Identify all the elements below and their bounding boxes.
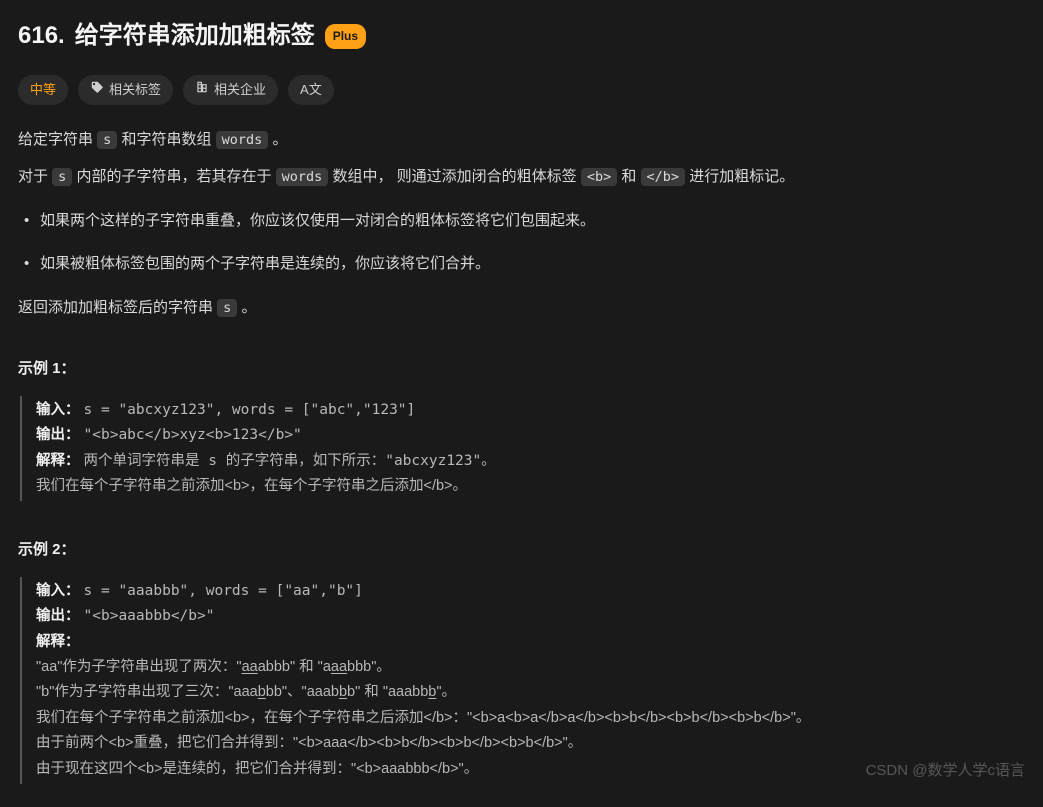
example2-input: 输入： s = "aaabbb", words = ["aa","b"] — [36, 579, 1025, 604]
rule-item-2: 如果被粗体标签包围的两个子字符串是连续的，你应该将它们合并。 — [22, 251, 1025, 277]
difficulty-chip[interactable]: 中等 — [18, 75, 68, 105]
example1-explain: 解释： 两个单词字符串是 s 的子字符串，如下所示："abcxyz123"。 — [36, 449, 1025, 474]
text: 和 — [621, 168, 640, 185]
output-value: "<b>abc</b>xyz<b>123</b>" — [84, 427, 302, 443]
code-words: words — [216, 131, 269, 149]
output-value: "<b>aaabbb</b>" — [84, 608, 215, 624]
rule-item-1: 如果两个这样的子字符串重叠，你应该仅使用一对闭合的粗体标签将它们包围起来。 — [22, 208, 1025, 234]
difficulty-label: 中等 — [30, 79, 56, 101]
text: 对于 — [18, 168, 52, 185]
text: "。 — [436, 684, 456, 700]
text: 给定字符串 — [18, 131, 97, 148]
code-s: s — [52, 168, 72, 186]
companies-label: 相关企业 — [214, 79, 266, 101]
plus-badge: Plus — [325, 24, 366, 48]
text: 。 — [272, 131, 287, 148]
text: 和字符串数组 — [121, 131, 215, 148]
underline-span: b — [339, 684, 347, 700]
input-label: 输入： — [36, 583, 80, 599]
input-value: s = "abcxyz123", words = ["abc","123"] — [84, 402, 416, 418]
desc-p3: 返回添加加粗标签后的字符串 s 。 — [18, 295, 1025, 321]
example2-title: 示例 2： — [18, 537, 1025, 563]
code-s: s — [217, 299, 237, 317]
example2-e1: "aa"作为子字符串出现了两次："aaabbb" 和 "aaabbb"。 — [36, 655, 1025, 680]
example2-block: 输入： s = "aaabbb", words = ["aa","b"] 输出：… — [20, 577, 1025, 784]
text: b" 和 "aaabb — [347, 684, 428, 700]
output-label: 输出： — [36, 608, 80, 624]
text: 进行加粗标记。 — [689, 168, 794, 185]
text: abbb" 和 "a — [258, 659, 331, 675]
example1-title: 示例 1： — [18, 356, 1025, 382]
text: 内部的子字符串，若其存在于 — [76, 168, 275, 185]
example2-e4: 由于前两个<b>重叠，把它们合并得到："<b>aaa</b><b>b</b><b… — [36, 731, 1025, 756]
tag-icon — [90, 79, 104, 101]
problem-number: 616. — [18, 16, 65, 57]
text: "aa"作为子字符串出现了两次：" — [36, 659, 242, 675]
desc-p2: 对于 s 内部的子字符串，若其存在于 words 数组中， 则通过添加闭合的粗体… — [18, 164, 1025, 190]
code-b-open: <b> — [581, 168, 617, 186]
text: 数组中， 则通过添加闭合的粗体标签 — [332, 168, 580, 185]
explain-label: 解释： — [36, 453, 80, 469]
example1-block: 输入： s = "abcxyz123", words = ["abc","123… — [20, 396, 1025, 502]
code-words: words — [276, 168, 329, 186]
translate-icon: A文 — [300, 79, 322, 101]
text: "b"作为子字符串出现了三次："aaa — [36, 684, 258, 700]
tags-label: 相关标签 — [109, 79, 161, 101]
tags-chip[interactable]: 相关标签 — [78, 75, 173, 105]
text: bb"、"aaab — [266, 684, 339, 700]
input-value: s = "aaabbb", words = ["aa","b"] — [84, 583, 363, 599]
example2-e2: "b"作为子字符串出现了三次："aaabbb"、"aaabbb" 和 "aaab… — [36, 680, 1025, 705]
example1-output: 输出： "<b>abc</b>xyz<b>123</b>" — [36, 423, 1025, 448]
example1-explain-2: 我们在每个子字符串之前添加<b>，在每个子字符串之后添加</b>。 — [36, 474, 1025, 499]
title-row: 616. 给字符串添加加粗标签 Plus — [18, 16, 1025, 57]
underline-span: b — [258, 684, 266, 700]
input-label: 输入： — [36, 402, 80, 418]
rule-list: 如果两个这样的子字符串重叠，你应该仅使用一对闭合的粗体标签将它们包围起来。 如果… — [22, 208, 1025, 277]
text: 。 — [241, 299, 256, 316]
example1-input: 输入： s = "abcxyz123", words = ["abc","123… — [36, 398, 1025, 423]
underline-span: aa — [242, 659, 258, 675]
example2-e5: 由于现在这四个<b>是连续的，把它们合并得到："<b>aaabbb</b>"。 — [36, 757, 1025, 782]
companies-chip[interactable]: 相关企业 — [183, 75, 278, 105]
text: bbb"。 — [347, 659, 391, 675]
translate-chip[interactable]: A文 — [288, 75, 334, 105]
code-s: s — [97, 131, 117, 149]
problem-title: 给字符串添加加粗标签 — [75, 16, 315, 57]
code-b-close: </b> — [641, 168, 686, 186]
output-label: 输出： — [36, 427, 80, 443]
desc-p1: 给定字符串 s 和字符串数组 words 。 — [18, 127, 1025, 153]
explain-label: 解释： — [36, 634, 80, 650]
example2-output: 输出： "<b>aaabbb</b>" — [36, 604, 1025, 629]
text: 返回添加加粗标签后的字符串 — [18, 299, 217, 316]
chip-row: 中等 相关标签 相关企业 A文 — [18, 75, 1025, 105]
example2-e3: 我们在每个子字符串之前添加<b>，在每个子字符串之后添加</b>："<b>a<b… — [36, 706, 1025, 731]
underline-span: aa — [331, 659, 347, 675]
example2-explain: 解释： — [36, 630, 1025, 655]
explain-text: 两个单词字符串是 s 的子字符串，如下所示："abcxyz123"。 — [84, 453, 496, 469]
building-icon — [195, 79, 209, 101]
